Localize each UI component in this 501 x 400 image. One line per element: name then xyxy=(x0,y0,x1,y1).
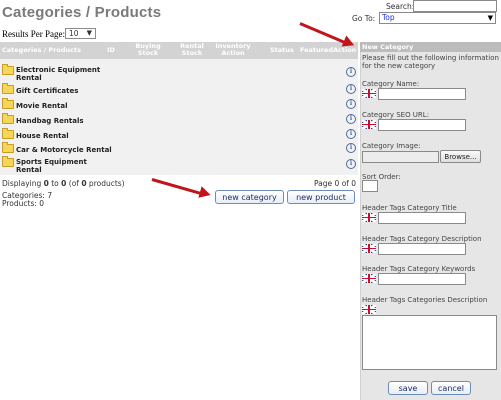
category-name: Movie Rental xyxy=(16,102,68,110)
col-featured[interactable]: Featured xyxy=(300,47,333,54)
results-per-page-value: 10 xyxy=(69,29,79,38)
info-icon[interactable]: i xyxy=(346,159,356,169)
new-category-button[interactable]: new category xyxy=(215,190,284,204)
results-per-page-select[interactable]: 10 ▼ xyxy=(65,28,96,39)
goto-label: Go To: xyxy=(352,14,376,23)
category-image-file-input[interactable] xyxy=(362,151,439,163)
folder-icon xyxy=(2,98,14,109)
col-rental-stock[interactable]: Rental Stock xyxy=(178,43,206,57)
displaying-prefix: Displaying xyxy=(2,179,44,188)
table-row[interactable]: Handbag Rentals xyxy=(2,113,84,125)
info-icon[interactable]: i xyxy=(346,84,356,94)
tags-categories-description-textarea[interactable] xyxy=(362,315,497,370)
tags-keywords-label: Header Tags Category Keywords xyxy=(362,265,476,273)
displaying-to-word: to xyxy=(48,179,62,188)
uk-flag-icon xyxy=(362,244,376,253)
category-name: Car & Motorcycle Rental xyxy=(16,146,112,154)
col-inventory-action[interactable]: Inventory Action xyxy=(214,43,252,57)
folder-icon xyxy=(2,113,14,124)
info-icon[interactable]: i xyxy=(346,129,356,139)
category-name: House Rental xyxy=(16,132,69,140)
col-buying-stock[interactable]: Buying Stock xyxy=(134,43,162,57)
folder-icon xyxy=(2,156,14,167)
uk-flag-icon xyxy=(362,305,376,314)
uk-flag-icon xyxy=(362,213,376,222)
annotation-arrow xyxy=(151,178,204,196)
tags-categories-description-label: Header Tags Categories Description xyxy=(362,296,488,304)
page-indicator: Page 0 of 0 xyxy=(314,179,357,188)
products-count: Products: 0 xyxy=(2,199,45,208)
annotation-arrowhead xyxy=(198,186,213,201)
info-icon[interactable]: i xyxy=(346,143,356,153)
displaying-summary: Displaying 0 to 0 (of 0 products) xyxy=(2,179,125,188)
goto-selected-value: Top xyxy=(382,13,395,22)
uk-flag-icon xyxy=(362,274,376,283)
category-name-label: Category Name: xyxy=(362,80,420,88)
displaying-of-suffix: products) xyxy=(86,179,125,188)
tags-keywords-input[interactable] xyxy=(378,273,466,285)
category-name: Sports Equipment Rental xyxy=(16,158,87,174)
table-row[interactable]: Electronic Equipment Rental xyxy=(2,64,112,82)
browse-button[interactable]: Browse... xyxy=(440,150,481,163)
info-icon[interactable]: i xyxy=(346,114,356,124)
category-name-input[interactable] xyxy=(378,88,466,100)
tags-title-label: Header Tags Category Title xyxy=(362,204,457,212)
results-per-page-label: Results Per Page: xyxy=(2,29,65,39)
new-product-button[interactable]: new product xyxy=(287,190,355,204)
folder-icon xyxy=(2,142,14,153)
table-row[interactable]: Sports Equipment Rental xyxy=(2,156,112,174)
goto-select[interactable]: Top ▼ xyxy=(379,12,496,24)
tags-description-input[interactable] xyxy=(378,243,466,255)
category-seo-input[interactable] xyxy=(378,119,466,131)
col-status[interactable]: Status xyxy=(270,47,294,54)
page-title: Categories / Products xyxy=(2,4,162,21)
info-icon[interactable]: i xyxy=(346,67,356,77)
panel-intro: Please fill out the following informatio… xyxy=(362,54,499,70)
table-row[interactable]: House Rental xyxy=(2,128,69,140)
chevron-down-icon: ▼ xyxy=(86,29,92,37)
category-name: Gift Certificates xyxy=(16,87,79,95)
panel-title: New Category xyxy=(360,42,501,52)
category-name: Handbag Rentals xyxy=(16,117,84,125)
category-name: Electronic Equipment Rental xyxy=(16,66,101,82)
info-icon[interactable]: i xyxy=(346,99,356,109)
folder-icon xyxy=(2,83,14,94)
cancel-button[interactable]: cancel xyxy=(431,381,471,395)
search-label: Search: xyxy=(386,2,415,11)
search-input[interactable] xyxy=(413,0,497,12)
uk-flag-icon xyxy=(362,120,376,129)
chevron-down-icon: ▼ xyxy=(487,14,493,22)
col-id[interactable]: ID xyxy=(104,47,118,54)
category-image-label: Category Image: xyxy=(362,142,421,150)
save-button[interactable]: save xyxy=(388,381,428,395)
displaying-of-prefix: (of xyxy=(66,179,82,188)
folder-icon xyxy=(2,64,14,75)
table-header: Categories / Products ID Buying Stock Re… xyxy=(0,42,358,59)
tags-description-label: Header Tags Category Description xyxy=(362,235,482,243)
table-row[interactable]: Gift Certificates xyxy=(2,83,79,95)
table-row[interactable]: Movie Rental xyxy=(2,98,68,110)
uk-flag-icon xyxy=(362,89,376,98)
tags-title-input[interactable] xyxy=(378,212,466,224)
sort-order-input[interactable] xyxy=(362,180,378,192)
table-row[interactable]: Car & Motorcycle Rental xyxy=(2,142,112,154)
folder-icon xyxy=(2,128,14,139)
col-categories-products[interactable]: Categories / Products xyxy=(2,47,81,54)
category-seo-label: Category SEO URL: xyxy=(362,111,430,119)
